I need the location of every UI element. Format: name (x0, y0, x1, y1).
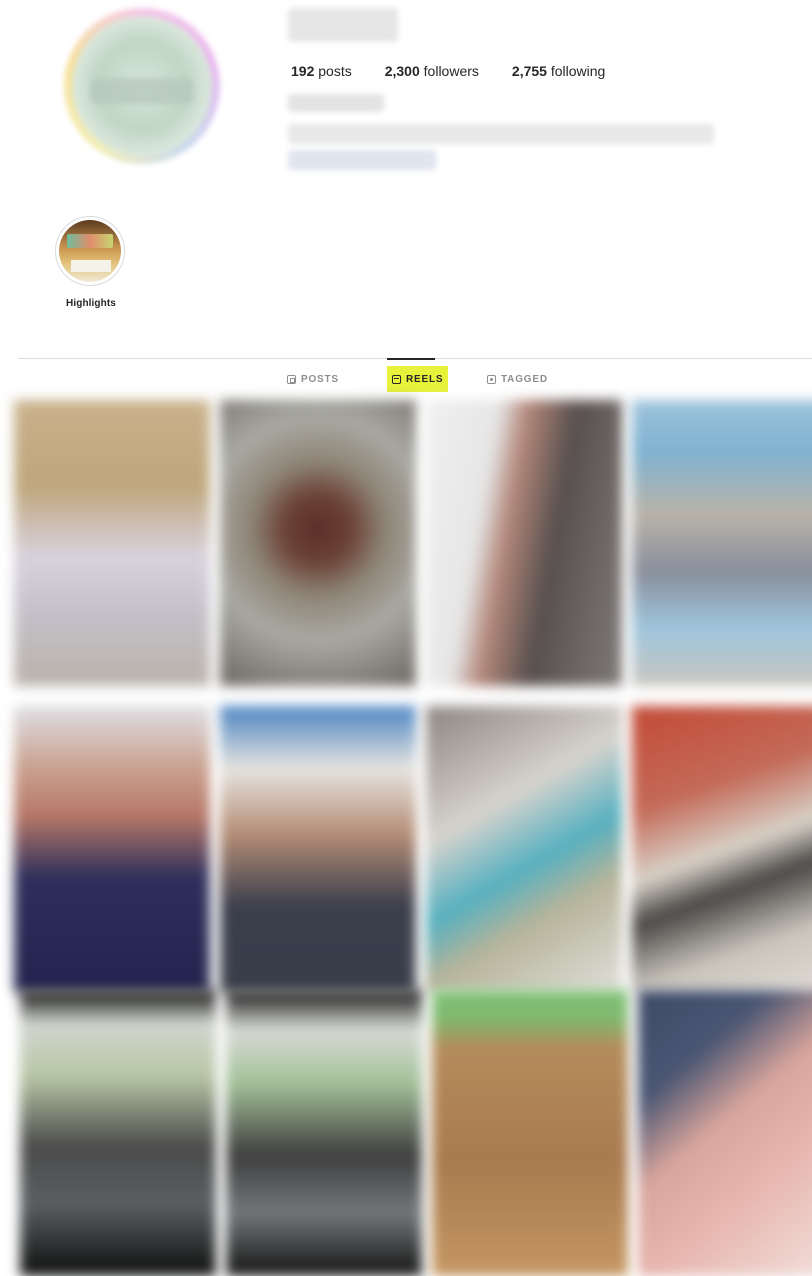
reel-thumbnail[interactable] (632, 400, 812, 686)
profile-stats: 192 posts 2,300 followers 2,755 followin… (291, 62, 638, 80)
stat-following-count: 2,755 (511, 63, 547, 79)
reel-thumbnail[interactable] (632, 706, 812, 992)
highlight-label: Highlights (66, 298, 116, 309)
stat-followers-label: followers (423, 63, 479, 79)
bio-link-redacted[interactable] (288, 150, 436, 170)
bio-name-redacted (288, 94, 384, 112)
reel-thumbnail[interactable] (638, 990, 812, 1276)
reel-thumbnail[interactable] (220, 706, 416, 992)
stat-followers-count: 2,300 (384, 63, 420, 79)
profile-avatar[interactable] (64, 8, 220, 164)
stat-posts: 192 posts (291, 62, 352, 80)
tab-posts[interactable]: POSTS (287, 366, 339, 392)
tab-tagged-label: TAGGED (501, 373, 548, 385)
stat-posts-count: 192 (291, 63, 315, 79)
stat-following[interactable]: 2,755 following (512, 62, 605, 80)
tab-reels[interactable]: REELS (387, 358, 449, 392)
tab-posts-label: POSTS (301, 373, 339, 385)
reels-grid (0, 396, 812, 1276)
reel-thumbnail[interactable] (20, 990, 216, 1276)
avatar-image (72, 16, 212, 156)
tab-reels-label: REELS (406, 373, 444, 385)
username-redacted (288, 8, 398, 42)
tagged-icon (487, 374, 496, 384)
tab-tagged[interactable]: TAGGED (487, 366, 548, 392)
stat-posts-label: posts (318, 63, 352, 79)
reels-icon (392, 374, 401, 384)
stat-following-label: following (550, 63, 606, 79)
highlight-thumbnail (59, 220, 121, 282)
story-highlight[interactable]: Highlights (55, 216, 127, 309)
reel-thumbnail[interactable] (426, 706, 622, 992)
bio-text-redacted (288, 124, 714, 144)
grid-icon (287, 374, 296, 384)
stat-followers[interactable]: 2,300 followers (385, 62, 479, 80)
reel-thumbnail[interactable] (14, 400, 210, 686)
highlight-ring (55, 216, 125, 286)
reel-thumbnail[interactable] (426, 400, 622, 686)
reel-thumbnail[interactable] (432, 990, 628, 1276)
reel-thumbnail[interactable] (220, 400, 416, 686)
profile-tabs: POSTS REELS TAGGED (0, 358, 812, 398)
reel-thumbnail[interactable] (226, 990, 422, 1276)
reel-thumbnail[interactable] (14, 706, 210, 992)
